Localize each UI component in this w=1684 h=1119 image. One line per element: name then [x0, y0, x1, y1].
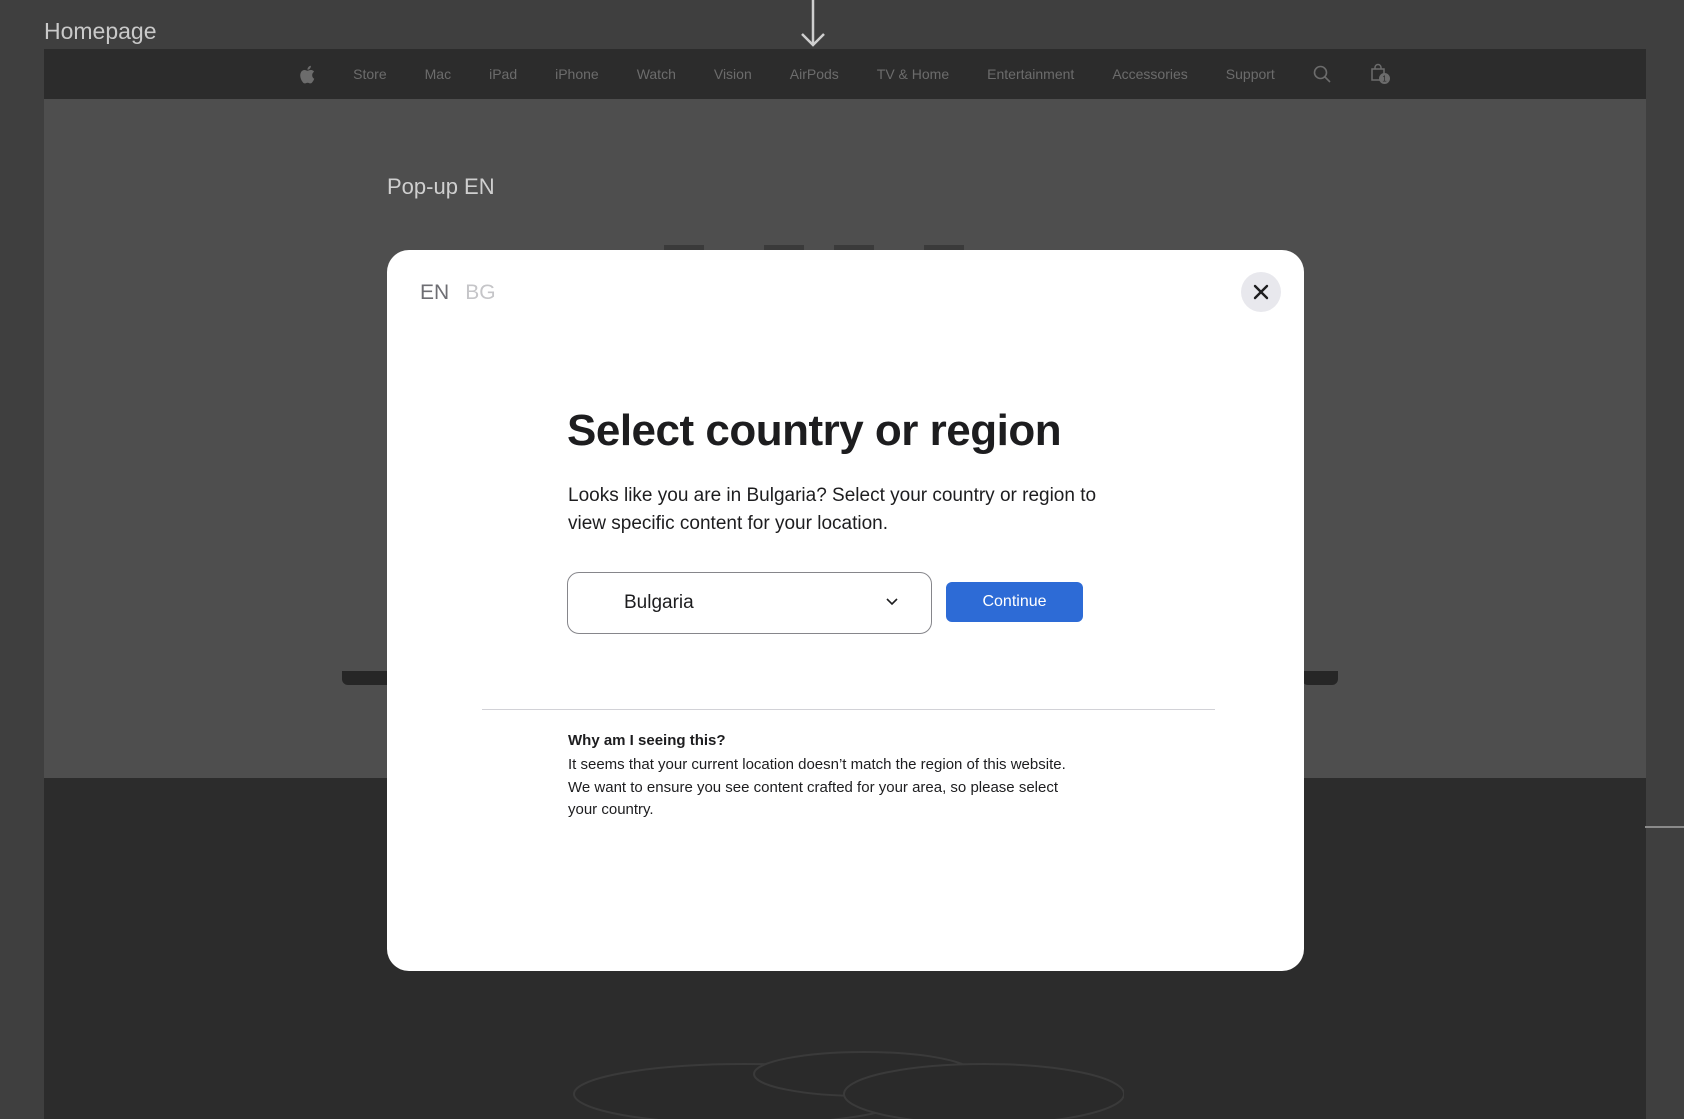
nav-item-store[interactable]: Store	[353, 66, 386, 82]
close-button[interactable]	[1241, 272, 1281, 312]
country-select[interactable]: Bulgaria	[567, 572, 932, 634]
divider	[482, 709, 1215, 710]
nav-item-airpods[interactable]: AirPods	[790, 66, 839, 82]
laptop-image-edge	[1302, 671, 1338, 685]
modal-description: Looks like you are in Bulgaria? Select y…	[568, 485, 1097, 534]
nav-item-ipad[interactable]: iPad	[489, 66, 517, 82]
arrow-down-icon	[801, 0, 825, 47]
language-switcher: EN BG	[420, 281, 496, 305]
chevron-down-icon	[886, 598, 898, 606]
apple-logo-icon[interactable]	[299, 65, 315, 84]
global-nav: Store Mac iPad iPhone Watch Vision AirPo…	[44, 49, 1646, 99]
product-image-ghost	[573, 1051, 1124, 1119]
country-select-value: Bulgaria	[624, 592, 694, 613]
continue-button[interactable]: Continue	[946, 582, 1083, 622]
lang-bg-button[interactable]: BG	[465, 281, 495, 305]
popup-frame-label: Pop-up EN	[387, 174, 495, 199]
search-icon[interactable]	[1313, 65, 1331, 83]
bag-icon[interactable]: 1	[1369, 63, 1391, 85]
nav-item-mac[interactable]: Mac	[425, 66, 451, 82]
nav-item-entertainment[interactable]: Entertainment	[987, 66, 1074, 82]
bag-count-badge: 1	[1382, 75, 1387, 84]
close-icon	[1253, 284, 1269, 300]
modal-title: Select country or region	[567, 406, 1062, 455]
nav-item-vision[interactable]: Vision	[714, 66, 752, 82]
nav-item-tv-home[interactable]: TV & Home	[877, 66, 949, 82]
nav-item-watch[interactable]: Watch	[637, 66, 676, 82]
nav-item-iphone[interactable]: iPhone	[555, 66, 599, 82]
nav-item-accessories[interactable]: Accessories	[1112, 66, 1187, 82]
frame-label: Homepage	[44, 18, 157, 44]
country-region-modal: EN BG Select country or region Looks lik…	[387, 250, 1304, 971]
why-title: Why am I seeing this?	[568, 732, 726, 749]
lang-en-button[interactable]: EN	[420, 281, 449, 305]
nav-item-support[interactable]: Support	[1226, 66, 1275, 82]
why-body: It seems that your current location does…	[568, 756, 1066, 818]
design-canvas: Homepage Store Mac iPad iPhone Watch Vis…	[0, 0, 1684, 1119]
connector-line	[1645, 826, 1684, 828]
